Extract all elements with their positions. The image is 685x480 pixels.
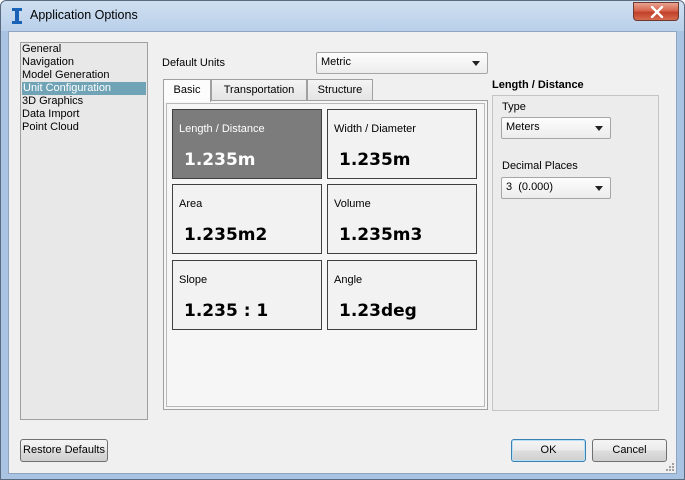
basic-tab-pane: Length / Distance 1.235m Width / Diamete… xyxy=(163,100,488,410)
nav-item-unit-configuration[interactable]: Unit Configuration xyxy=(22,82,146,95)
decimal-places-select[interactable]: 3 (0.000) xyxy=(501,177,611,199)
decimal-places-value: 3 (0.000) xyxy=(506,181,554,193)
tile-value: 1.235 : 1 xyxy=(184,301,269,321)
chevron-down-icon xyxy=(595,126,603,131)
nav-item-3d-graphics[interactable]: 3D Graphics xyxy=(21,95,147,108)
tile-label: Angle xyxy=(334,274,363,286)
nav-item-general[interactable]: General xyxy=(21,43,147,56)
default-units-select[interactable]: Metric xyxy=(316,52,488,74)
nav-item-navigation[interactable]: Navigation xyxy=(21,56,147,69)
type-select[interactable]: Meters xyxy=(501,117,611,139)
type-value: Meters xyxy=(506,121,540,133)
dialog-client-area: General Navigation Model Generation Unit… xyxy=(8,31,677,474)
tile-width-diameter[interactable]: Width / Diameter 1.235m xyxy=(327,109,477,179)
type-label: Type xyxy=(502,101,526,113)
title-bar[interactable]: Application Options xyxy=(1,1,684,31)
chevron-down-icon xyxy=(595,186,603,191)
properties-panel xyxy=(492,95,659,411)
application-options-window: Application Options General Navigation M… xyxy=(0,0,685,480)
tile-label: Length / Distance xyxy=(179,123,265,135)
tile-value: 1.235m xyxy=(339,150,411,170)
options-category-list[interactable]: General Navigation Model Generation Unit… xyxy=(20,42,148,420)
default-units-label: Default Units xyxy=(162,57,225,69)
restore-defaults-button[interactable]: Restore Defaults xyxy=(20,439,108,462)
nav-item-point-cloud[interactable]: Point Cloud xyxy=(21,121,147,134)
tile-slope[interactable]: Slope 1.235 : 1 xyxy=(172,260,322,330)
tile-label: Width / Diameter xyxy=(334,123,416,135)
properties-title: Length / Distance xyxy=(492,79,584,91)
tile-value: 1.23deg xyxy=(339,301,417,321)
default-units-value: Metric xyxy=(321,56,351,68)
cancel-button[interactable]: Cancel xyxy=(592,439,667,462)
tab-structure[interactable]: Structure xyxy=(307,79,373,101)
nav-item-data-import[interactable]: Data Import xyxy=(21,108,147,121)
tile-label: Volume xyxy=(334,198,371,210)
resize-grip-icon[interactable] xyxy=(665,462,675,472)
ok-button[interactable]: OK xyxy=(511,439,586,462)
close-icon xyxy=(650,6,664,18)
chevron-down-icon xyxy=(472,61,480,66)
tile-volume[interactable]: Volume 1.235m3 xyxy=(327,184,477,254)
tile-value: 1.235m xyxy=(184,150,256,170)
tile-value: 1.235m3 xyxy=(339,225,423,245)
tile-angle[interactable]: Angle 1.23deg xyxy=(327,260,477,330)
unit-tile-grid: Length / Distance 1.235m Width / Diamete… xyxy=(166,103,485,407)
nav-item-model-generation[interactable]: Model Generation xyxy=(21,69,147,82)
app-i-icon xyxy=(9,7,25,25)
tile-label: Area xyxy=(179,198,203,210)
decimal-places-label: Decimal Places xyxy=(502,160,578,172)
tile-value: 1.235m2 xyxy=(184,225,268,245)
tile-label: Slope xyxy=(179,274,208,286)
tab-transportation[interactable]: Transportation xyxy=(211,79,307,101)
close-button[interactable] xyxy=(633,2,679,21)
tab-basic[interactable]: Basic xyxy=(163,79,211,102)
tile-area[interactable]: Area 1.235m2 xyxy=(172,184,322,254)
tile-length-distance[interactable]: Length / Distance 1.235m xyxy=(172,109,322,179)
window-title: Application Options xyxy=(30,8,138,22)
